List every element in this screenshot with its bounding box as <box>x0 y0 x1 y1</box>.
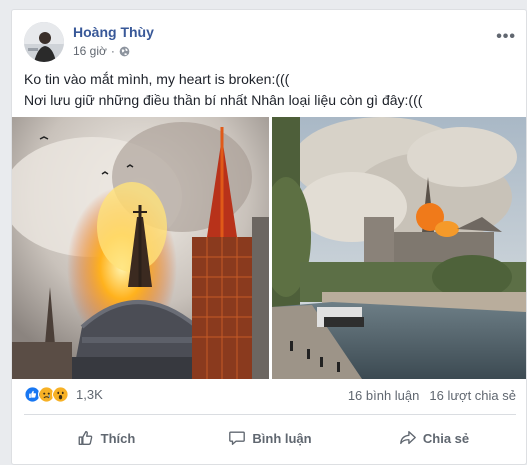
post-header: Hoàng Thùy 16 giờ · ••• <box>24 22 516 64</box>
comment-icon <box>229 431 246 445</box>
like-label: Thích <box>100 430 136 446</box>
thumbs-up-icon <box>78 431 92 445</box>
globe-icon[interactable] <box>119 46 130 57</box>
author-avatar[interactable] <box>24 22 64 62</box>
notre-dame-river-smoke-photo[interactable] <box>272 117 526 379</box>
share-count-link[interactable]: 16 lượt chia sẻ <box>429 388 516 403</box>
post-text-line: Nơi lưu giữ những điều thần bí nhất Nhân… <box>24 92 423 108</box>
share-button[interactable]: Chia sẻ <box>352 418 516 458</box>
post-card: Hoàng Thùy 16 giờ · ••• Ko tin vào mắt m… <box>11 9 527 465</box>
post-stats: 1,3K 16 bình luận 16 lượt chia sẻ <box>24 386 516 408</box>
share-label: Chia sẻ <box>422 430 470 446</box>
author-name[interactable]: Hoàng Thùy <box>73 24 154 40</box>
comment-button[interactable]: Bình luận <box>188 418 352 458</box>
post-text: Ko tin vào mắt mình, my heart is broken:… <box>24 69 516 111</box>
comment-count-link[interactable]: 16 bình luận <box>348 388 420 403</box>
wow-reaction-icon <box>52 386 69 403</box>
share-arrow-icon <box>400 431 416 445</box>
notre-dame-spire-fire-photo[interactable] <box>12 117 269 379</box>
actions-divider <box>24 414 516 415</box>
comment-label: Bình luận <box>252 430 312 446</box>
photo-grid <box>12 117 526 379</box>
engagement-counts: 16 bình luận 16 lượt chia sẻ <box>348 388 516 403</box>
more-options-button[interactable]: ••• <box>496 28 516 46</box>
post-text-line: Ko tin vào mắt mình, my heart is broken:… <box>24 71 290 87</box>
reaction-count[interactable]: 1,3K <box>76 387 103 402</box>
like-button[interactable]: Thích <box>24 418 188 458</box>
post-actions: Thích Bình luận Chia sẻ <box>24 418 516 458</box>
reaction-summary[interactable]: 1,3K <box>24 386 103 403</box>
post-time[interactable]: 16 giờ <box>73 44 107 58</box>
post-meta: 16 giờ · <box>73 44 130 58</box>
